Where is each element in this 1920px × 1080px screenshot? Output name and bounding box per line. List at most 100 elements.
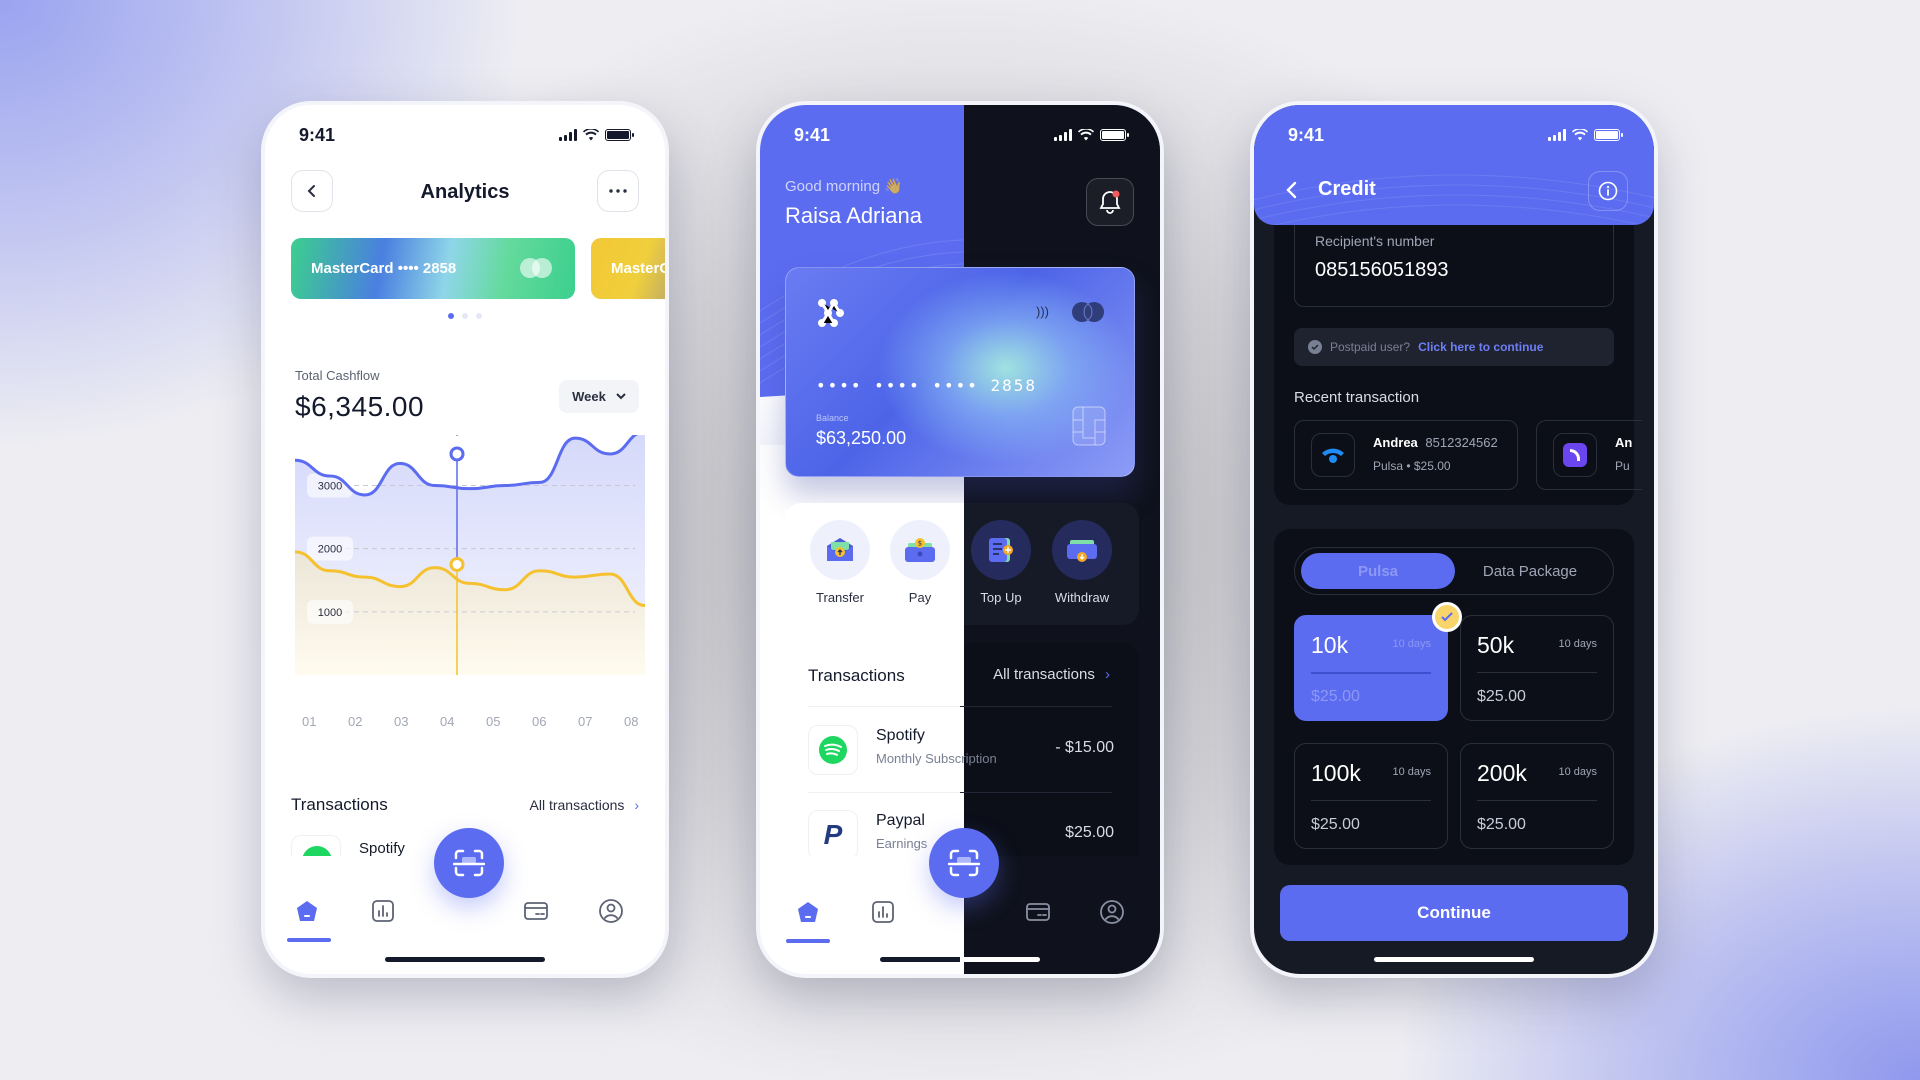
more-button[interactable] bbox=[597, 170, 639, 212]
nav-home[interactable] bbox=[293, 897, 321, 925]
package-days: 10 days bbox=[1558, 766, 1597, 778]
recent-title: Recent transaction bbox=[1294, 389, 1420, 406]
spotify-icon bbox=[808, 725, 858, 775]
recent-name: An bbox=[1615, 435, 1633, 450]
mastercard-logo-icon bbox=[520, 258, 552, 278]
home-icon bbox=[798, 902, 818, 922]
recent-card[interactable]: Andrea 8512324562 Pulsa • $25.00 bbox=[1294, 420, 1518, 490]
provider-wifi-icon bbox=[1311, 433, 1355, 477]
transaction-row[interactable]: Spotify Monthly Subscription - $15.00 bbox=[808, 725, 1114, 789]
nav-stats[interactable] bbox=[869, 898, 897, 926]
x-tick-label: 04 bbox=[440, 714, 455, 729]
continue-button[interactable]: Continue bbox=[1280, 885, 1628, 941]
tab-data-package[interactable]: Data Package bbox=[1453, 553, 1607, 589]
period-dropdown[interactable]: Week bbox=[559, 380, 639, 413]
cashflow-label: Total Cashflow bbox=[295, 368, 380, 383]
user-profile-icon bbox=[1100, 900, 1124, 924]
home-icon bbox=[297, 901, 317, 921]
user-profile-icon bbox=[599, 899, 623, 923]
package-option-10k[interactable]: 10k 10 days $25.00 bbox=[1294, 615, 1448, 721]
nav-cards[interactable] bbox=[522, 897, 550, 925]
carousel-dot[interactable] bbox=[476, 313, 482, 319]
nav-active-indicator bbox=[786, 939, 830, 943]
recipient-value: 085156051893 bbox=[1315, 259, 1449, 281]
package-option-100k[interactable]: 100k 10 days $25.00 bbox=[1294, 743, 1448, 849]
package-option-50k[interactable]: 50k 10 days $25.00 bbox=[1460, 615, 1614, 721]
nav-home[interactable] bbox=[794, 898, 822, 926]
package-price: $25.00 bbox=[1477, 816, 1526, 833]
wifi-icon bbox=[583, 129, 599, 141]
x-tick-label: 02 bbox=[348, 714, 363, 729]
x-tick-label: 03 bbox=[394, 714, 409, 729]
selected-check-icon bbox=[1432, 602, 1462, 632]
status-bar: 9:41 bbox=[760, 123, 1160, 153]
action-label: Withdraw bbox=[1054, 590, 1110, 605]
carousel-dot[interactable] bbox=[448, 313, 454, 319]
package-option-200k[interactable]: 200k 10 days $25.00 bbox=[1460, 743, 1614, 849]
credit-phone: 9:41 Credit Recipient's number 085156051… bbox=[1250, 101, 1658, 978]
action-transfer[interactable]: Transfer bbox=[810, 520, 870, 605]
package-name: 100k bbox=[1311, 760, 1361, 786]
recent-detail: Pu bbox=[1615, 459, 1630, 473]
x-tick-label: 05 bbox=[486, 714, 501, 729]
bank-card[interactable]: ))) •••• •••• •••• 2858 Balance $63,250.… bbox=[785, 267, 1135, 477]
notification-button[interactable] bbox=[1086, 178, 1134, 226]
card-brand: MasterCard bbox=[611, 260, 669, 277]
package-days: 10 days bbox=[1558, 638, 1597, 650]
chart-bar-icon bbox=[372, 900, 394, 922]
back-chevron-icon[interactable] bbox=[1286, 181, 1298, 199]
transactions-title: Transactions bbox=[291, 795, 388, 814]
transactions-title: Transactions bbox=[808, 666, 905, 685]
chart-bar-icon bbox=[872, 901, 894, 923]
divider bbox=[1477, 800, 1597, 801]
mastercard-card-green[interactable]: MasterCard •••• 2858 bbox=[291, 238, 575, 299]
status-bar: 9:41 bbox=[1254, 123, 1654, 153]
mastercard-card-yellow[interactable]: MasterCard bbox=[591, 238, 669, 299]
scan-button[interactable] bbox=[929, 828, 999, 898]
action-withdraw[interactable]: Withdraw bbox=[1052, 520, 1112, 605]
tx-amount: - $15.00 bbox=[1055, 739, 1114, 756]
info-button[interactable] bbox=[1588, 171, 1628, 211]
all-transactions-link[interactable]: All transactions › bbox=[530, 797, 640, 813]
signal-icon bbox=[1054, 129, 1072, 141]
all-transactions-label: All transactions bbox=[993, 666, 1095, 683]
postpaid-banner: Postpaid user? Click here to continue bbox=[1294, 328, 1614, 366]
card-masked-number: •••• 2858 bbox=[397, 260, 457, 277]
package-name: 10k bbox=[1311, 632, 1349, 658]
more-dots-icon bbox=[609, 189, 627, 193]
bell-icon bbox=[1099, 190, 1121, 214]
carousel-dot[interactable] bbox=[462, 313, 468, 319]
highlight-point-expense bbox=[449, 556, 465, 572]
provider-app-icon bbox=[1553, 433, 1597, 477]
nav-cards[interactable] bbox=[1024, 898, 1052, 926]
postpaid-link[interactable]: Click here to continue bbox=[1418, 340, 1543, 354]
status-time: 9:41 bbox=[1288, 125, 1325, 145]
mastercard-logo-icon bbox=[1072, 302, 1104, 322]
nav-profile[interactable] bbox=[597, 897, 625, 925]
package-days: 10 days bbox=[1392, 766, 1431, 778]
all-transactions-link[interactable]: All transactions › bbox=[993, 666, 1110, 683]
battery-icon bbox=[605, 129, 634, 141]
greeting: Good morning 👋 bbox=[785, 178, 903, 195]
info-icon bbox=[1598, 181, 1618, 201]
home-indicator bbox=[880, 957, 1040, 962]
svg-text:$: $ bbox=[918, 540, 922, 548]
action-pay[interactable]: $ Pay bbox=[890, 520, 950, 605]
recipient-label: Recipient's number bbox=[1315, 233, 1435, 249]
tab-pulsa[interactable]: Pulsa bbox=[1301, 553, 1455, 589]
action-top-up[interactable]: Top Up bbox=[971, 520, 1031, 605]
postpaid-text: Postpaid user? bbox=[1330, 340, 1411, 354]
package-name: 200k bbox=[1477, 760, 1527, 786]
user-name: Raisa Adriana bbox=[785, 203, 922, 228]
tx-subtitle: Monthly Subscription bbox=[876, 751, 997, 766]
nav-profile[interactable] bbox=[1098, 898, 1126, 926]
nav-stats[interactable] bbox=[369, 897, 397, 925]
chevron-right-icon: › bbox=[1105, 666, 1110, 683]
highlight-point-income bbox=[449, 446, 465, 462]
scan-button[interactable] bbox=[434, 828, 504, 898]
home-indicator bbox=[385, 957, 545, 962]
recent-card[interactable]: An Pu bbox=[1536, 420, 1642, 490]
tx-name: Paypal bbox=[876, 812, 925, 829]
divider bbox=[1311, 672, 1431, 674]
package-tabs: Pulsa Data Package bbox=[1294, 547, 1614, 595]
